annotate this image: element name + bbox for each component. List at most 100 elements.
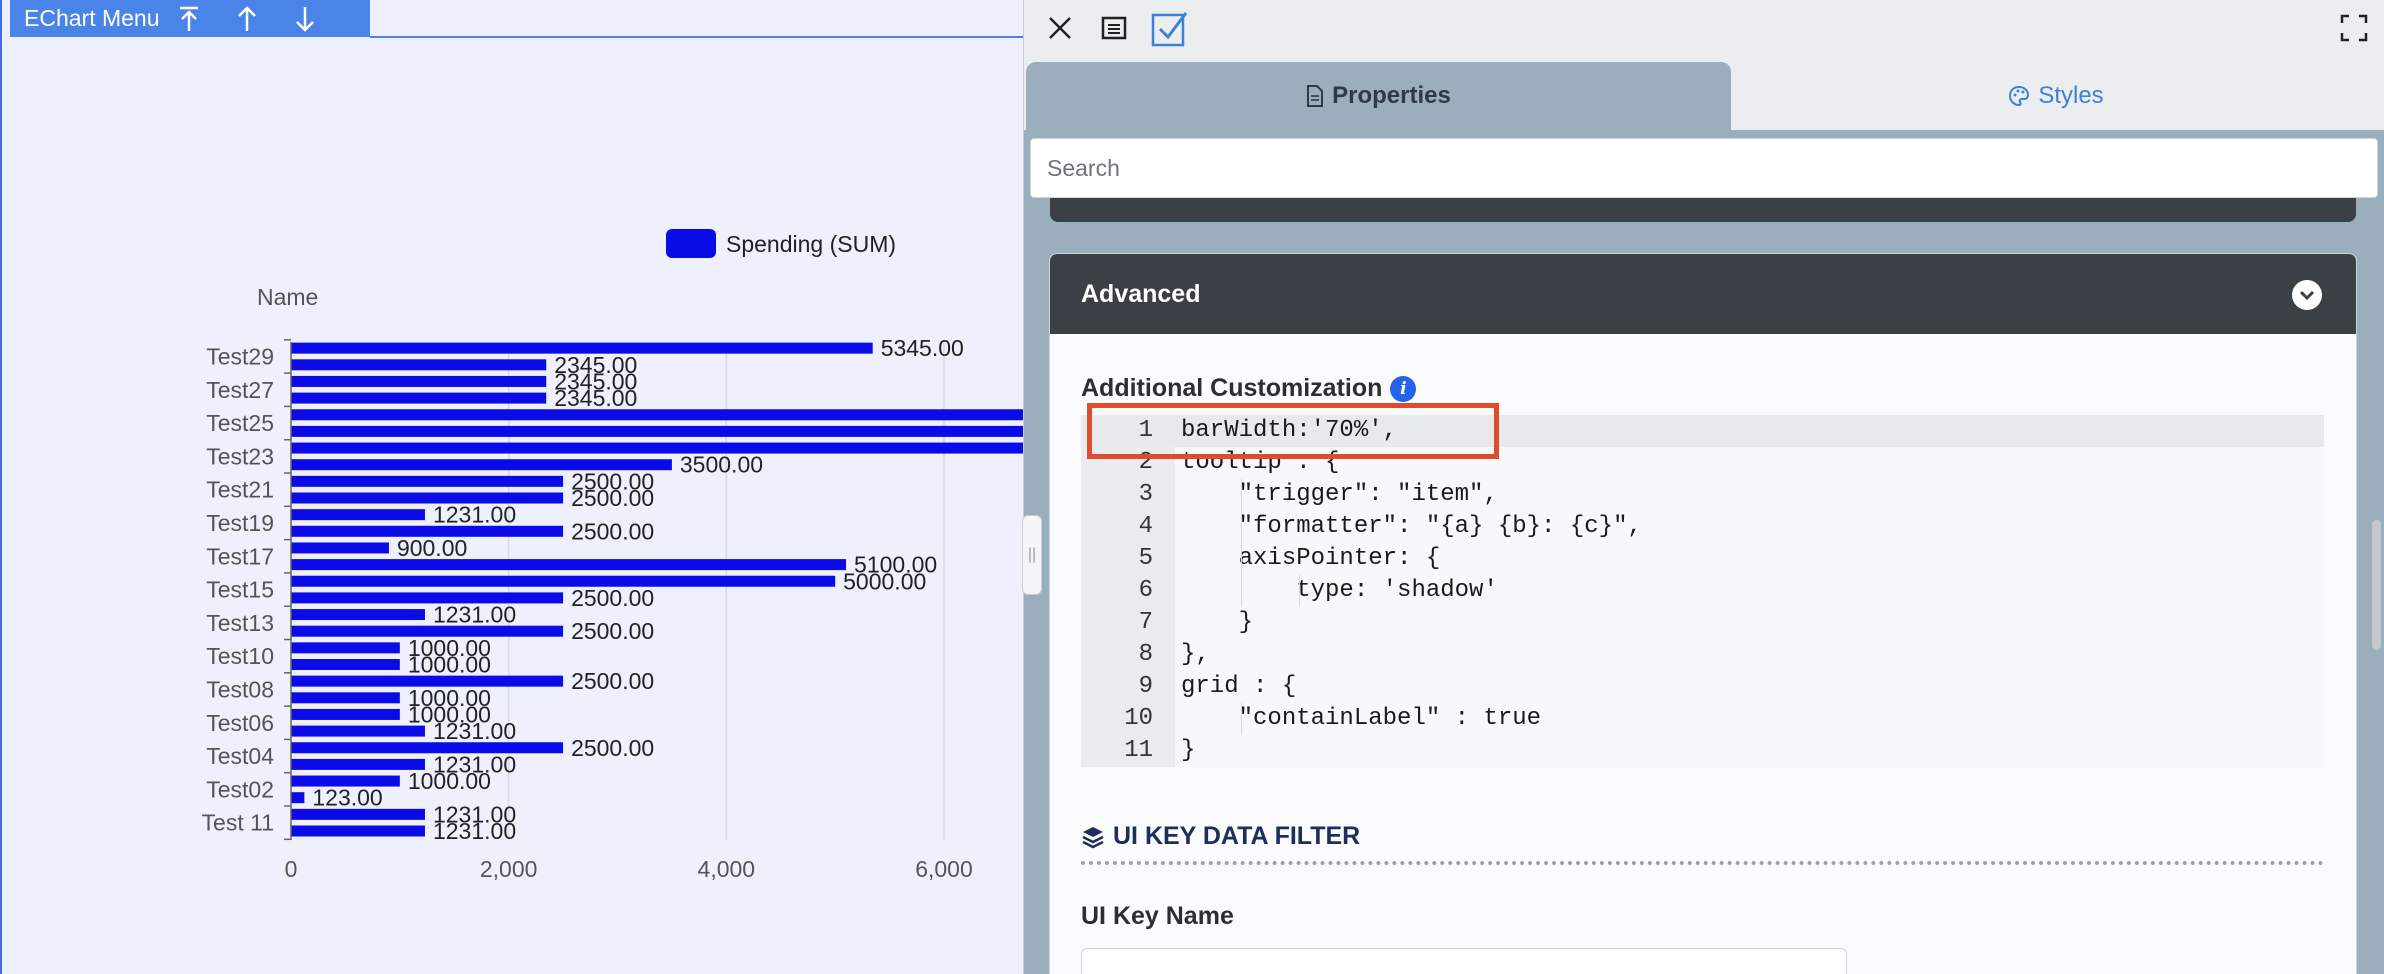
code-line[interactable]: 11} [1081,735,2324,767]
search-input[interactable] [1030,138,2378,198]
panel-tabs: Properties Styles [1024,62,2384,130]
bar [291,475,564,487]
bar-value-label: 2500.00 [571,618,654,644]
bar-value-label: 2500.00 [571,735,654,761]
advanced-section: Advanced Additional Customization i 1 bar… [1049,253,2357,974]
legend-swatch[interactable] [666,229,716,258]
bar [291,609,425,621]
bar-value-label: 900.00 [397,535,467,561]
chart-legend[interactable]: Spending (SUM) [666,229,896,258]
close-icon[interactable] [1040,8,1080,48]
bar-value-label: 1231.00 [433,602,516,628]
y-axis-tick-label: Test23 [206,443,274,469]
bar-value-label: 123.00 [312,785,382,811]
line-number: 5 [1138,545,1153,572]
code-line[interactable]: 4 "formatter": "{a} {b}: {c}", [1081,511,2324,543]
code-text: } [1181,609,1254,636]
y-axis-tick-label: Test10 [206,643,274,669]
legend-item-spending[interactable]: Spending (SUM) [726,231,896,257]
code-line[interactable]: 5 axisPointer: { [1081,543,2324,575]
bar [291,742,564,754]
bar-value-label: 2500.00 [571,518,654,544]
bar-value-label: 2500.00 [571,668,654,694]
tab-styles[interactable]: Styles [1736,62,2376,130]
code-text: "formatter": "{a} {b}: {c}", [1181,513,1642,540]
line-number: 6 [1138,577,1153,604]
bar [291,792,305,804]
palette-icon [2009,85,2030,107]
code-line[interactable]: 8}, [1081,639,2324,671]
x-axis-tick-label: 6,000 [915,856,973,882]
line-number: 8 [1138,641,1153,668]
bar [291,725,425,737]
bar [291,692,400,704]
bar [291,375,547,387]
bar-value-label: 2345.00 [554,352,637,378]
code-line[interactable]: 6 type: 'shadow' [1081,575,2324,607]
chevron-down-icon[interactable] [2292,280,2322,310]
bar [291,559,847,571]
fullscreen-icon[interactable] [2334,8,2374,48]
y-axis-tick-label: Test19 [206,510,274,536]
chart-y-axis: Test 11 Test02 Test04 Test06 Test08 Test10 Tes… [202,339,292,841]
y-axis-tick-label: Test06 [206,710,274,736]
code-text: type: 'shadow' [1181,577,1498,604]
panel-resize-handle[interactable]: || [1022,515,1042,595]
checkbox-checked-icon[interactable] [1150,8,1190,48]
code-line[interactable]: 9 grid : { [1081,671,2324,703]
bar [291,825,425,837]
bar-value-label: 5345.00 [881,335,964,361]
annotation-highlight-box [1087,403,1499,459]
line-number: 7 [1138,609,1153,636]
previous-section-edge [1050,198,2356,222]
properties-panel: Properties Styles Advanced Additional Cu… [1023,0,2384,974]
bar [291,409,1023,421]
advanced-section-title: Advanced [1081,279,1201,308]
code-line[interactable]: 7 } [1081,607,2324,639]
additional-customization-label: Additional Customization i [1081,374,1417,403]
bar [291,492,564,504]
chart-panel: EChart Menu 1231.00 1231.00 123.00 1000.00 1… [0,0,1023,974]
bar-chart: 1231.00 1231.00 123.00 1000.00 1231.00 2500.0… [202,229,1023,882]
tab-properties[interactable]: Properties [1026,62,1731,130]
y-axis-tick-label: Test 11 [202,810,274,836]
line-number: 9 [1138,673,1153,700]
y-axis-title: Name [257,284,318,310]
bar [291,425,1023,437]
y-axis-tick-label: Test15 [206,577,274,603]
info-icon[interactable]: i [1390,375,1417,402]
y-axis-tick-label: Test02 [206,776,274,802]
y-axis-tick-label: Test13 [206,610,274,636]
widget-icon[interactable] [1094,8,1134,48]
ui-key-name-input[interactable] [1081,948,1847,974]
x-axis-tick-label: 4,000 [698,856,756,882]
y-axis-tick-label: Test27 [206,377,274,403]
y-axis-tick-label: Test17 [206,543,274,569]
y-axis-tick-label: Test25 [206,410,274,436]
code-text: } [1181,737,1196,764]
tab-properties-label: Properties [1332,82,1451,109]
bar-value-label: 1231.00 [433,751,516,777]
bar-value-label: 1231.00 [433,502,516,528]
bar-value-label: 3500.00 [680,452,763,478]
properties-scrollbar[interactable] [2372,520,2381,650]
y-axis-tick-label: Test29 [206,343,274,369]
bar-value-label: 5100.00 [854,552,937,578]
line-number: 4 [1138,513,1153,540]
code-line[interactable]: 10 "containLabel" : true [1081,703,2324,735]
bar-value-label: 2500.00 [571,585,654,611]
bar [291,442,1023,454]
bar [291,359,547,371]
code-editor[interactable]: 1 barWidth:'70%', 2 tooltip : {3 "trigger":… [1081,415,2324,767]
bar [291,392,547,404]
bar-value-label: 1000.00 [408,685,491,711]
bar-value-label: 2500.00 [571,468,654,494]
advanced-section-header[interactable]: Advanced [1050,254,2356,334]
line-number: 3 [1138,481,1153,508]
code-text: axisPointer: { [1181,545,1441,572]
code-text: }, [1181,641,1210,668]
x-axis-tick-label: 2,000 [480,856,538,882]
code-line[interactable]: 3 "trigger": "item", [1081,479,2324,511]
x-axis-tick-label: 0 [285,856,298,882]
layers-icon [1082,826,1104,848]
